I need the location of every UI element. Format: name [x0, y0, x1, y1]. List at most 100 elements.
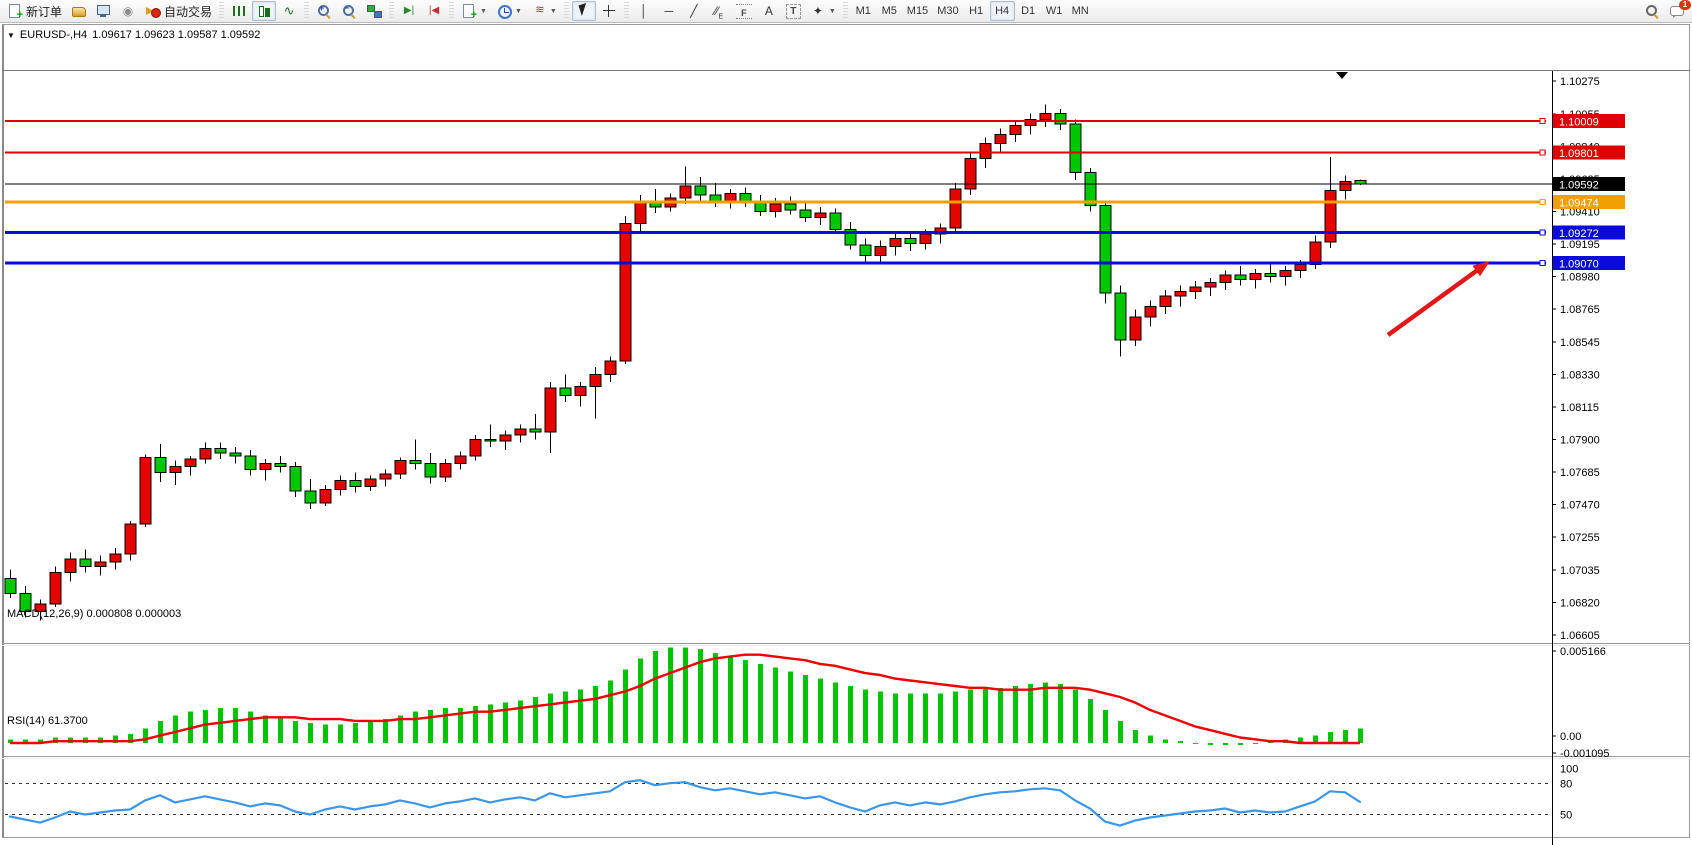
bull-candle: [1190, 287, 1201, 292]
macd-bar: [893, 693, 898, 743]
bull-candle: [545, 388, 556, 432]
timeframe-m15-button[interactable]: M15: [903, 1, 932, 21]
auto-scroll-icon: ▶|: [401, 3, 417, 19]
timeframe-h1-button[interactable]: H1: [964, 1, 989, 21]
price-tick-label: 1.07035: [1560, 565, 1600, 577]
macd-bar: [938, 693, 943, 743]
macd-bar: [278, 717, 283, 743]
search-button[interactable]: [1640, 1, 1664, 21]
candlestick-series: [5, 104, 1366, 620]
bull-candle: [185, 459, 196, 467]
macd-bar: [758, 664, 763, 743]
text-icon: A: [761, 3, 777, 19]
bull-candle: [890, 239, 901, 247]
line-chart-button[interactable]: ∿: [277, 1, 301, 21]
macd-bar: [1223, 743, 1228, 745]
macd-bar: [1343, 730, 1348, 743]
macd-bar: [1118, 721, 1123, 743]
zoom-out-button[interactable]: −: [337, 1, 361, 21]
line-handle[interactable]: [1540, 260, 1545, 265]
macd-bar: [608, 680, 613, 743]
tile-windows-button[interactable]: [362, 1, 386, 21]
timeframe-m5-button[interactable]: M5: [877, 1, 902, 21]
profiles-button[interactable]: ▼: [492, 1, 526, 21]
timeframe-mn-button[interactable]: MN: [1068, 1, 1093, 21]
chart-shift-icon: |◀: [426, 3, 442, 19]
price-axis[interactable]: 1.102751.100551.098401.096251.094101.091…: [1552, 76, 1600, 642]
timeframe-w1-button[interactable]: W1: [1042, 1, 1067, 21]
text-button[interactable]: A: [757, 1, 781, 21]
market-button[interactable]: [67, 1, 90, 21]
text-label-button[interactable]: T: [782, 1, 805, 21]
line-handle[interactable]: [1540, 150, 1545, 155]
chart-shift-button[interactable]: |◀: [422, 1, 446, 21]
bull-candle: [1205, 283, 1216, 288]
crosshair-button[interactable]: [597, 1, 621, 21]
autotrading-button[interactable]: 自动交易: [141, 1, 216, 21]
chart-canvas: 1.102751.100551.098401.096251.094101.091…: [0, 23, 1692, 845]
macd-bar: [668, 647, 673, 743]
equidistant-channel-button[interactable]: ⁄⁄E: [707, 1, 731, 21]
symbol-dropdown-icon[interactable]: ▼: [7, 31, 15, 40]
macd-bar: [413, 712, 418, 743]
bull-candle: [395, 461, 406, 475]
macd-bar: [338, 725, 343, 743]
arrows-button[interactable]: ✦ ▼: [806, 1, 840, 21]
macd-bar: [443, 708, 448, 743]
auto-scroll-button[interactable]: ▶|: [397, 1, 421, 21]
bear-candle: [80, 559, 91, 567]
new-order-button[interactable]: 新订单: [3, 1, 66, 21]
timeframe-m30-button[interactable]: M30: [933, 1, 962, 21]
macd-bar: [323, 725, 328, 743]
macd-bar: [623, 669, 628, 743]
bull-candle: [995, 135, 1006, 144]
zoom-in-button[interactable]: +: [312, 1, 336, 21]
bull-candle: [455, 456, 466, 464]
arrow-annotation[interactable]: [1388, 266, 1483, 335]
timeframe-m1-button[interactable]: M1: [851, 1, 876, 21]
bull-candle: [920, 234, 931, 243]
dropdown-caret-icon: ▼: [480, 8, 487, 15]
line-handle[interactable]: [1540, 230, 1545, 235]
macd-bar: [713, 653, 718, 743]
indicators-button[interactable]: ≋ ▼: [527, 1, 561, 21]
bear-candle: [695, 186, 706, 195]
macd-indicator: 0.0051660.00-0.001095: [8, 646, 1610, 760]
candlestick-chart-button[interactable]: [252, 1, 276, 21]
new-chart-icon: [461, 3, 477, 19]
macd-bar: [173, 715, 178, 743]
signals-button[interactable]: ◉: [116, 1, 140, 21]
timeframe-d1-button[interactable]: D1: [1016, 1, 1041, 21]
bull-candle: [620, 224, 631, 361]
toolbar-separator: [449, 2, 454, 20]
bear-candle: [245, 456, 256, 470]
line-handle[interactable]: [1540, 119, 1545, 124]
bull-candle: [950, 189, 961, 228]
bear-candle: [275, 464, 286, 467]
terminal-button[interactable]: [91, 1, 115, 21]
timeframe-group: M1M5M15M30H1H4D1W1MN: [851, 1, 1093, 21]
trendline-button[interactable]: ╱: [682, 1, 706, 21]
search-icon: [1644, 3, 1660, 19]
macd-bar: [968, 690, 973, 743]
macd-bar: [563, 692, 568, 743]
vertical-line-button[interactable]: │: [632, 1, 656, 21]
price-tick-label: 1.07255: [1560, 532, 1600, 544]
rsi-indicator-label: RSI(14) 61.3700: [7, 715, 88, 727]
timeframe-h4-button[interactable]: H4: [990, 1, 1015, 21]
price-tick-label: 1.09195: [1560, 239, 1600, 251]
fibonacci-button[interactable]: F: [732, 1, 756, 21]
dropdown-caret-icon: ▼: [515, 8, 522, 15]
fibonacci-icon: F: [736, 4, 752, 19]
bull-candle: [605, 361, 616, 375]
macd-bar: [218, 708, 223, 743]
bull-candle: [1325, 190, 1336, 241]
line-handle[interactable]: [1540, 199, 1545, 204]
cursor-button[interactable]: [572, 1, 596, 21]
bull-candle: [110, 554, 121, 562]
macd-bar: [863, 690, 868, 743]
new-chart-button[interactable]: ▼: [457, 1, 491, 21]
notifications-button[interactable]: 1: [1665, 1, 1689, 21]
horizontal-line-button[interactable]: ─: [657, 1, 681, 21]
bar-chart-button[interactable]: [227, 1, 251, 21]
